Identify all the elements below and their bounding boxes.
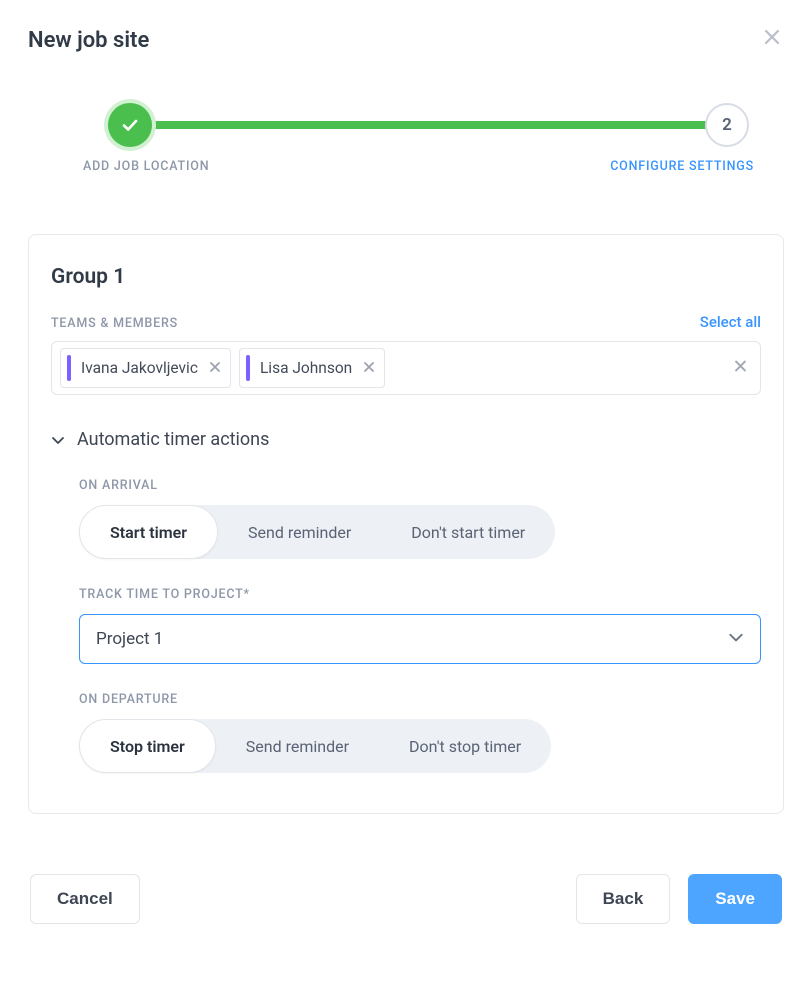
stepper: 2 — [108, 103, 749, 147]
step-label-add-location: ADD JOB LOCATION — [83, 159, 209, 174]
new-job-site-modal: New job site 2 ADD JOB LOCATION CONFIGUR… — [0, 0, 812, 952]
departure-option-send-reminder[interactable]: Send reminder — [216, 719, 379, 773]
remove-chip-icon[interactable] — [364, 361, 374, 376]
track-project-section: TRACK TIME TO PROJECT* Project 1 — [79, 587, 761, 664]
track-project-label: TRACK TIME TO PROJECT* — [79, 587, 761, 602]
close-icon[interactable] — [760, 28, 784, 50]
teams-members-input[interactable]: Ivana Jakovljevic Lisa Johnson — [51, 341, 761, 395]
on-departure-label: ON DEPARTURE — [79, 692, 761, 707]
check-icon — [120, 115, 140, 135]
on-arrival-options: Start timer Send reminder Don't start ti… — [79, 505, 555, 559]
cancel-button[interactable]: Cancel — [30, 874, 140, 924]
teams-members-header: TEAMS & MEMBERS Select all — [51, 313, 761, 331]
step-labels: ADD JOB LOCATION CONFIGURE SETTINGS — [83, 159, 754, 174]
modal-header: New job site — [28, 28, 784, 53]
modal-title: New job site — [28, 28, 149, 53]
on-departure-section: ON DEPARTURE Stop timer Send reminder Do… — [79, 692, 761, 773]
chip-color-bar — [246, 355, 250, 381]
clear-all-icon[interactable] — [735, 361, 746, 376]
on-departure-options: Stop timer Send reminder Don't stop time… — [79, 719, 551, 773]
project-select[interactable]: Project 1 — [79, 614, 761, 664]
back-button[interactable]: Back — [576, 874, 671, 924]
group-card: Group 1 TEAMS & MEMBERS Select all Ivana… — [28, 234, 784, 814]
member-chip: Lisa Johnson — [239, 348, 385, 388]
project-select-value: Project 1 — [96, 629, 163, 649]
on-arrival-section: ON ARRIVAL Start timer Send reminder Don… — [79, 478, 761, 559]
chip-color-bar — [67, 355, 71, 381]
modal-footer: Cancel Back Save — [28, 874, 784, 924]
chevron-down-icon — [51, 433, 65, 447]
step-label-configure-settings[interactable]: CONFIGURE SETTINGS — [610, 159, 754, 174]
automatic-timer-title: Automatic timer actions — [77, 429, 269, 450]
group-title: Group 1 — [51, 265, 761, 289]
step-1-circle — [108, 103, 152, 147]
step-2-circle: 2 — [705, 103, 749, 147]
member-chip: Ivana Jakovljevic — [60, 348, 231, 388]
automatic-timer-toggle[interactable]: Automatic timer actions — [51, 429, 761, 450]
select-all-link[interactable]: Select all — [700, 313, 761, 331]
on-arrival-label: ON ARRIVAL — [79, 478, 761, 493]
footer-right: Back Save — [576, 874, 782, 924]
step-line — [150, 121, 707, 129]
departure-option-stop-timer[interactable]: Stop timer — [79, 719, 216, 773]
chevron-down-icon — [728, 629, 744, 649]
arrival-option-start-timer[interactable]: Start timer — [79, 505, 218, 559]
arrival-option-send-reminder[interactable]: Send reminder — [218, 505, 381, 559]
save-button[interactable]: Save — [688, 874, 782, 924]
member-chip-name: Ivana Jakovljevic — [81, 359, 198, 377]
arrival-option-dont-start[interactable]: Don't start timer — [381, 505, 555, 559]
teams-members-label: TEAMS & MEMBERS — [51, 316, 178, 331]
remove-chip-icon[interactable] — [210, 361, 220, 376]
member-chip-name: Lisa Johnson — [260, 359, 352, 377]
departure-option-dont-stop[interactable]: Don't stop timer — [379, 719, 551, 773]
